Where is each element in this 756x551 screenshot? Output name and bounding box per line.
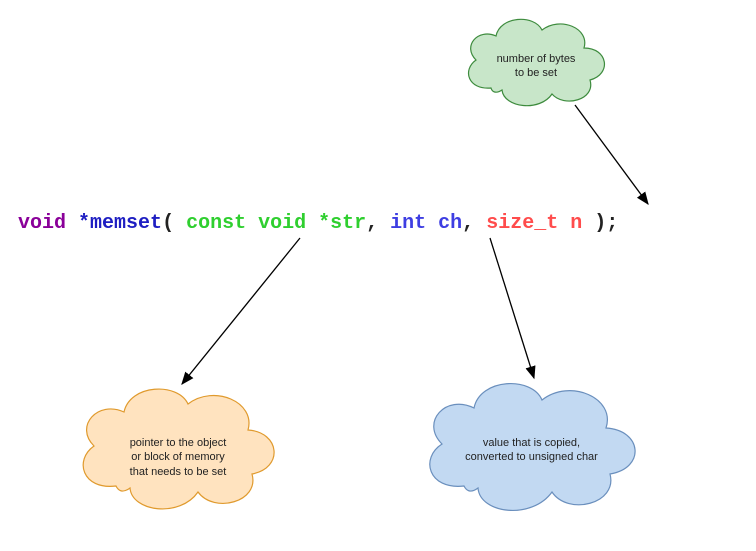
arrow-bytes-to-n: [575, 105, 648, 204]
arrows-layer: [0, 0, 756, 551]
arrow-ch-to-value: [490, 238, 534, 378]
arrow-str-to-pointer: [182, 238, 300, 384]
